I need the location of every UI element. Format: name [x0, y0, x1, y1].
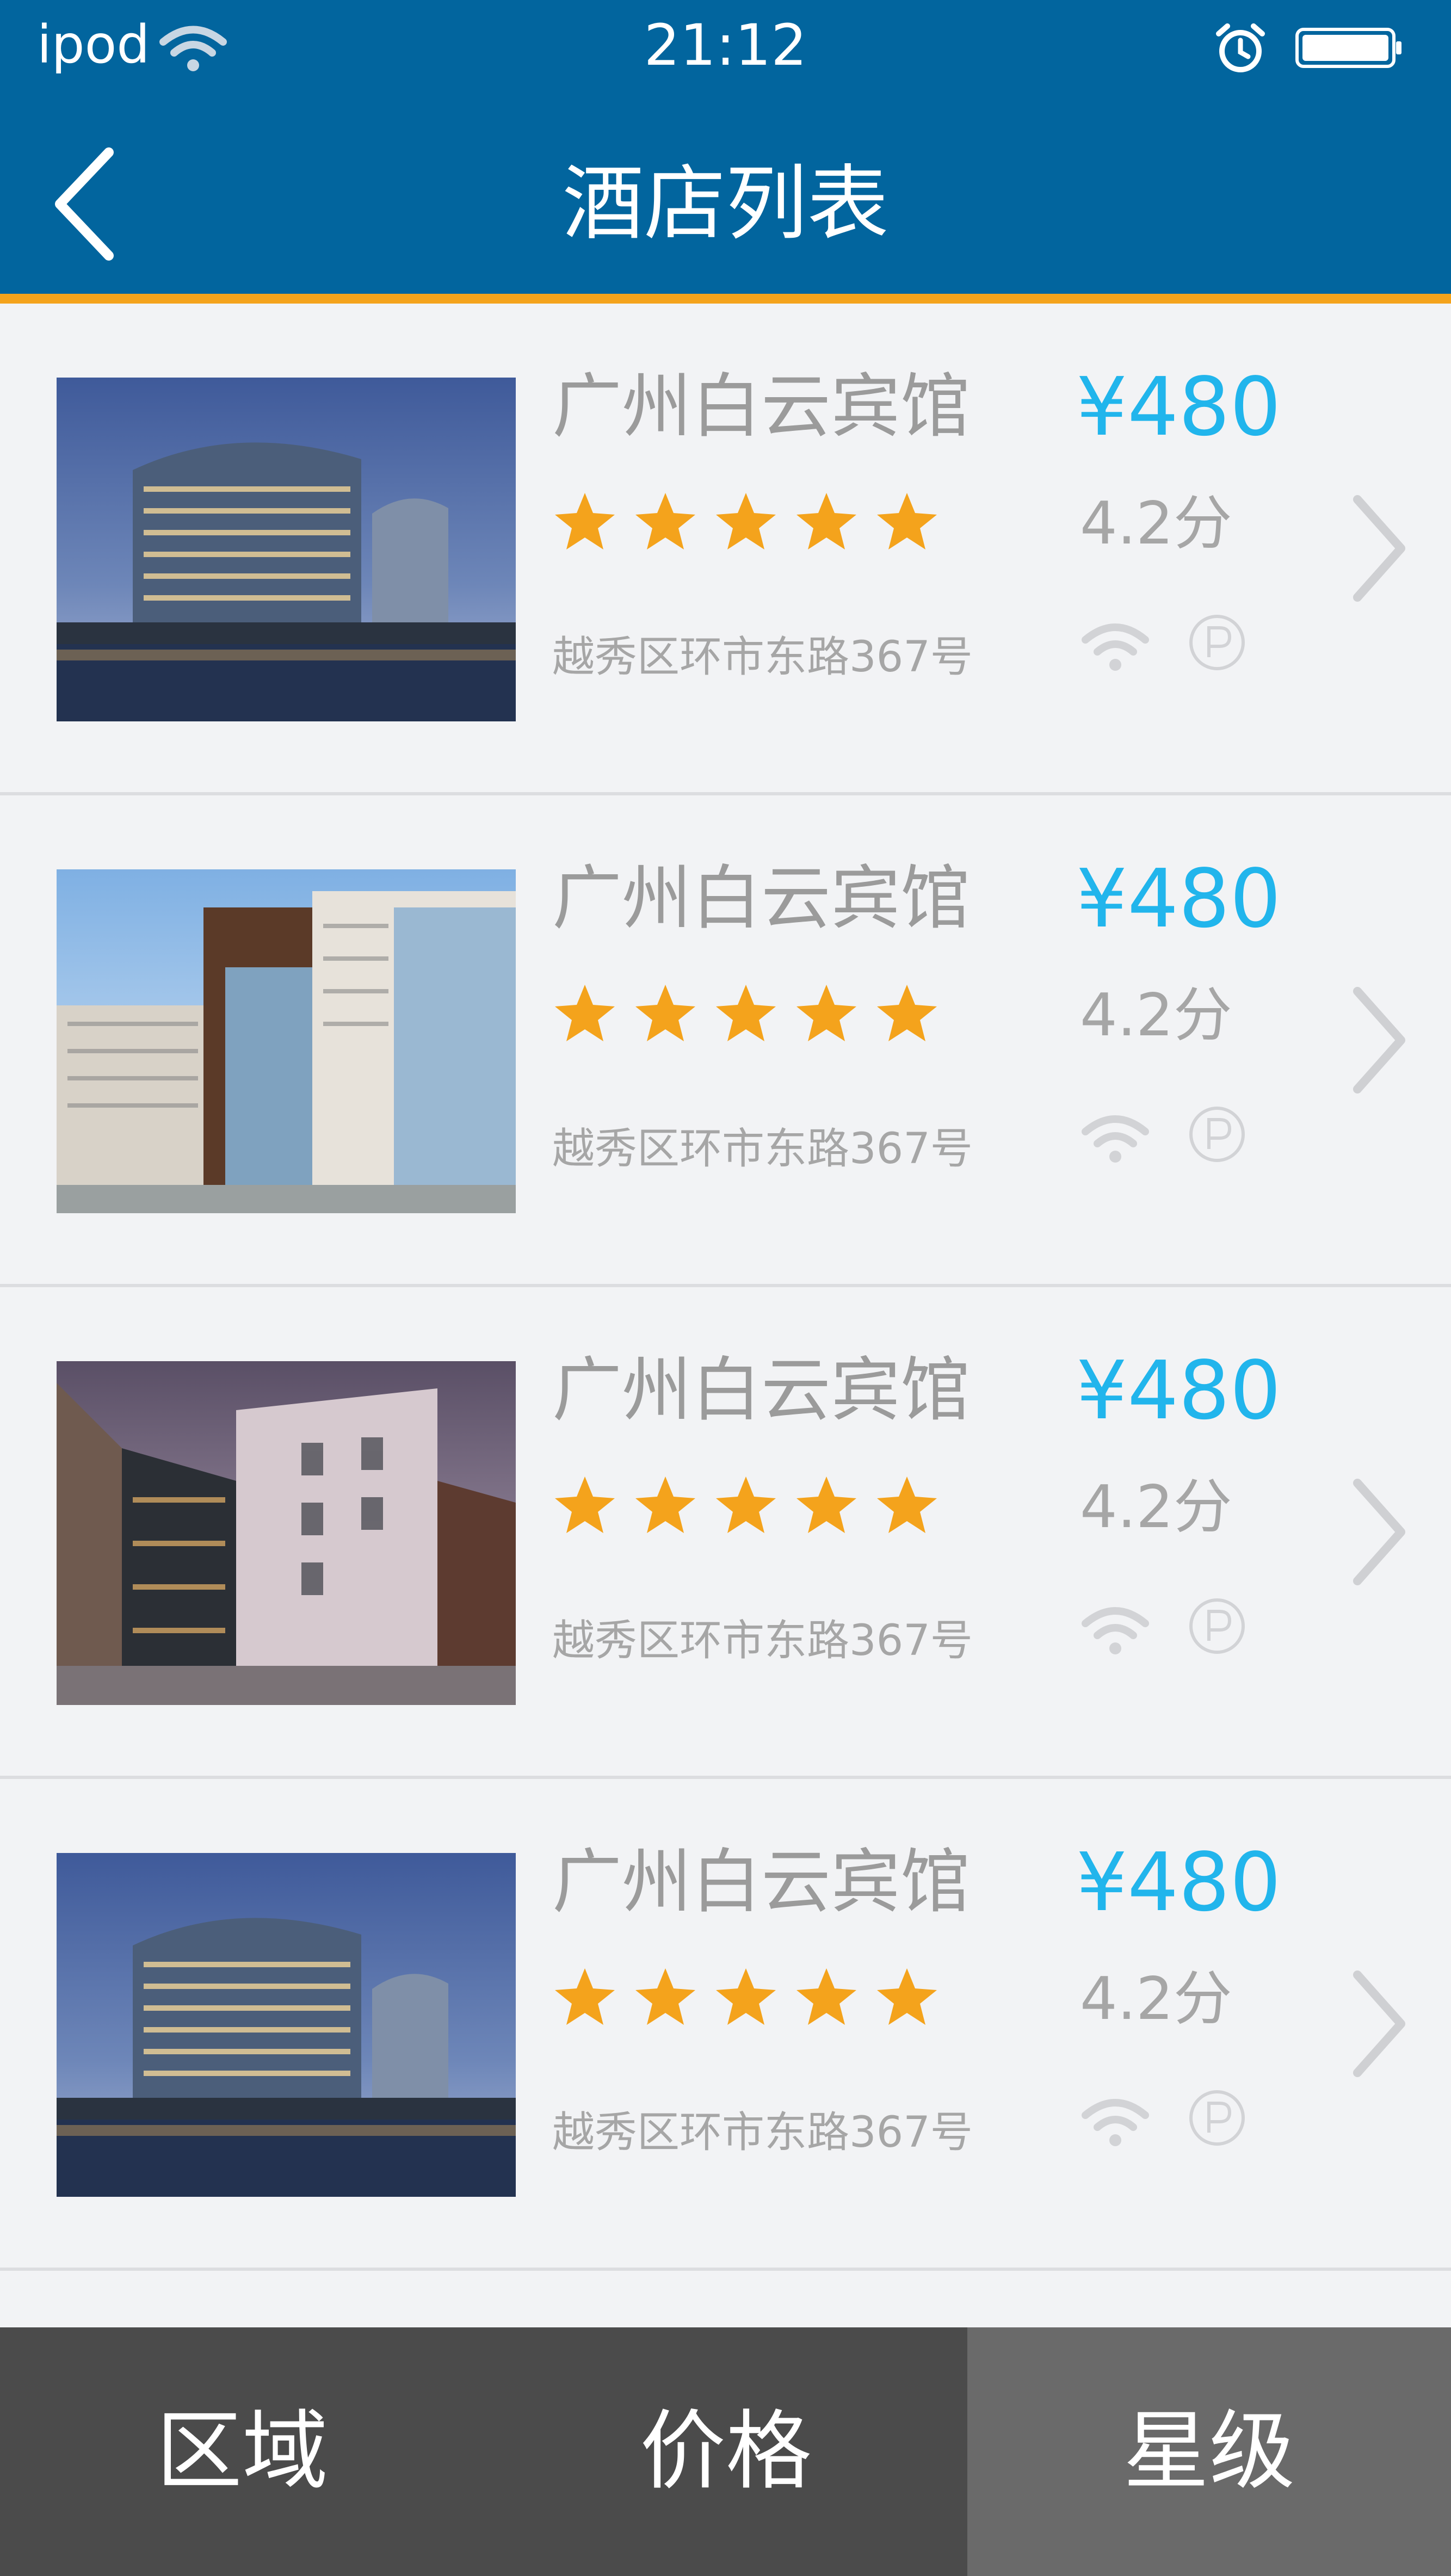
nav-bar: 酒店列表 [0, 120, 1451, 283]
star-rating [555, 1968, 937, 2025]
hotel-name: 广州白云宾馆 [552, 1350, 971, 1431]
hotel-price: ¥480 [1076, 1836, 1281, 1929]
hotel-rating: 4.2分 [1080, 981, 1232, 1049]
hotel-photo [57, 378, 516, 721]
wifi-icon [1082, 623, 1149, 671]
hotel-list-item[interactable]: 广州白云宾馆 越秀区环市东路367号 ¥480 4.2分 [0, 1287, 1451, 1779]
hotel-rating: 4.2分 [1080, 490, 1232, 558]
header-accent-line [0, 294, 1451, 304]
hotel-address: 越秀区环市东路367号 [552, 2108, 973, 2157]
chevron-right-icon [1353, 987, 1405, 1094]
hotel-address: 越秀区环市东路367号 [552, 633, 973, 682]
parking-icon [1189, 1598, 1245, 1654]
status-bar: ipod 21:12 [0, 0, 1451, 92]
hotel-name: 广州白云宾馆 [552, 858, 971, 939]
hotel-photo [57, 1853, 516, 2197]
hotel-list-item[interactable]: 广州白云宾馆 越秀区环市东路367号 ¥480 4.2分 [0, 795, 1451, 1287]
hotel-name: 广州白云宾馆 [552, 1842, 971, 1923]
star-rating [555, 985, 937, 1041]
parking-icon [1189, 2090, 1245, 2146]
hotel-rating: 4.2分 [1080, 1965, 1232, 2033]
wifi-icon [1082, 2099, 1149, 2146]
star-rating [555, 493, 937, 549]
hotel-list-item[interactable]: 广州白云宾馆 越秀区环市东路367号 ¥480 4.2分 [0, 1779, 1451, 2271]
hotel-address: 越秀区环市东路367号 [552, 1616, 973, 1665]
hotel-price: ¥480 [1076, 360, 1281, 454]
wifi-icon [1082, 1115, 1149, 1163]
hotel-name: 广州白云宾馆 [552, 366, 971, 447]
hotel-address: 越秀区环市东路367号 [552, 1125, 973, 1173]
parking-icon [1189, 1107, 1245, 1162]
battery-icon [1295, 28, 1401, 68]
tab-star-level[interactable]: 星级 [967, 2327, 1451, 2576]
hotel-list-item[interactable]: 广州白云宾馆 越秀区环市东路367号 ¥480 4.2分 [0, 304, 1451, 795]
tab-area[interactable]: 区域 [0, 2327, 484, 2576]
tab-price[interactable]: 价格 [484, 2327, 967, 2576]
hotel-photo [57, 869, 516, 1213]
hotel-photo [57, 1361, 516, 1705]
hotel-price: ¥480 [1076, 852, 1281, 946]
hotel-price: ¥480 [1076, 1344, 1281, 1437]
alarm-icon [1216, 23, 1265, 72]
wifi-icon [1082, 1607, 1149, 1654]
chevron-right-icon [1353, 495, 1405, 602]
page-title: 酒店列表 [562, 157, 889, 251]
parking-icon [1189, 615, 1245, 670]
chevron-right-icon [1353, 1479, 1405, 1585]
hotel-rating: 4.2分 [1080, 1473, 1232, 1541]
filter-tab-bar: 区域 价格 星级 [0, 2327, 1451, 2576]
star-rating [555, 1477, 937, 1533]
chevron-right-icon [1353, 1970, 1405, 2077]
